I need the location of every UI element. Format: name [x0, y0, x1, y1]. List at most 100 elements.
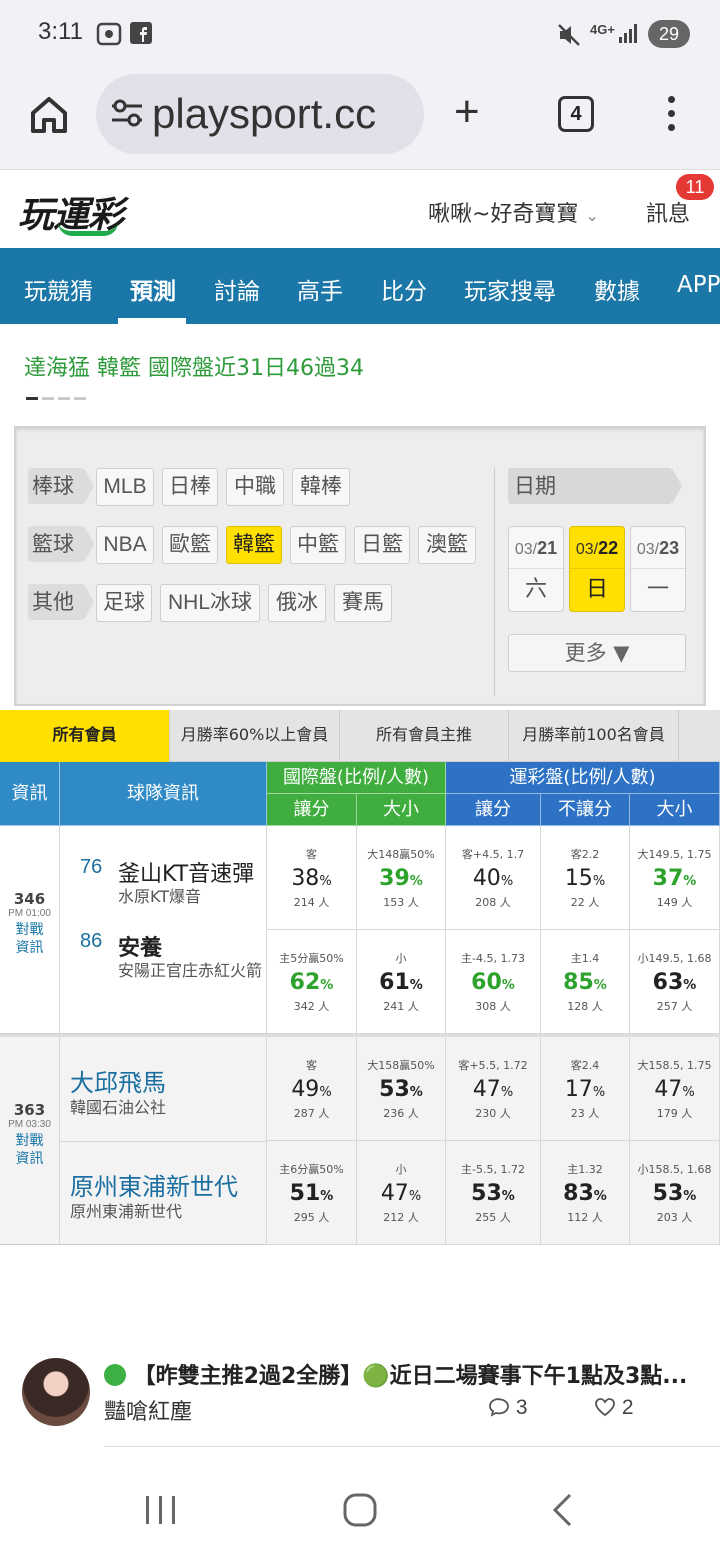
odds-cell-sport-ou[interactable]: 大149.5, 1.75 37% 149 人: [630, 826, 720, 930]
nav-item-guess[interactable]: 玩競猜: [24, 272, 93, 306]
odds-cell-intl-ou[interactable]: 小 47% 212 人: [357, 1141, 446, 1245]
browser-toolbar: playsport.cc + 4: [0, 66, 720, 170]
chip-japan-basketball[interactable]: 日籃: [354, 526, 410, 564]
nav-item-forum[interactable]: 討論: [214, 272, 260, 306]
odds-cell-intl-spread[interactable]: 客 38% 214 人: [267, 826, 357, 930]
odds-percent: 53%: [379, 1077, 423, 1102]
browser-menu-icon[interactable]: [664, 96, 678, 136]
like-count[interactable]: 2: [594, 1396, 634, 1420]
chip-khl[interactable]: 俄冰: [268, 584, 326, 622]
odds-line: 小149.5, 1.68: [637, 952, 712, 965]
tab-winrate-60[interactable]: 月勝率60%以上會員: [170, 710, 340, 762]
prediction-table: 資訊 球隊資訊 國際盤(比例/人數) 運彩盤(比例/人數) 讓分 大小 讓分 不…: [0, 762, 720, 1248]
team-alt-name: 原州東浦新世代: [70, 1202, 183, 1221]
post-title[interactable]: 【昨雙主推2過2全勝】🟢近日二場賽事下午1點及3點...: [104, 1358, 704, 1390]
odds-cell-sport-spread[interactable]: 主-5.5, 1.72 53% 255 人: [446, 1141, 541, 1245]
chip-kbo[interactable]: 韓棒: [292, 468, 350, 506]
site-header: 玩運彩 啾啾~好奇寶寶 ⌄ 訊息: [0, 170, 720, 248]
chip-cpbl[interactable]: 中職: [226, 468, 284, 506]
nav-item-app[interactable]: APP: [677, 272, 720, 298]
odds-line: 主-4.5, 1.73: [461, 952, 525, 965]
odds-percent: 47%: [380, 1181, 422, 1206]
chip-horse-racing[interactable]: 賽馬: [334, 584, 392, 622]
site-settings-icon[interactable]: [110, 98, 144, 128]
odds-line: 客2.2: [570, 848, 600, 861]
home-nav-button[interactable]: [342, 1492, 378, 1532]
odds-cell-sport-ml[interactable]: 客2.2 15% 22 人: [541, 826, 630, 930]
odds-cell-intl-spread[interactable]: 客 49% 287 人: [267, 1037, 357, 1141]
home-circle-icon: [343, 1493, 377, 1527]
new-tab-button[interactable]: +: [454, 90, 480, 134]
facebook-icon: [130, 22, 152, 49]
odds-percent: 53%: [652, 1181, 697, 1206]
odds-people: 153 人: [383, 896, 419, 909]
odds-line: 主1.32: [567, 1163, 603, 1176]
odds-cell-sport-ml[interactable]: 客2.4 17% 23 人: [541, 1037, 630, 1141]
team-info-game-363: 大邱飛馬 韓國石油公社 原州東浦新世代 原州東浦新世代: [60, 1037, 267, 1245]
nav-item-predict[interactable]: 預測: [130, 272, 176, 306]
nav-item-player-search[interactable]: 玩家搜尋: [464, 272, 556, 306]
odds-cell-intl-ou[interactable]: 大148贏50% 39% 153 人: [357, 826, 446, 930]
date-0321[interactable]: 03/21 六: [508, 526, 564, 612]
matchup-info-link[interactable]: 對戰資訊: [12, 1132, 48, 1168]
matchup-info-link[interactable]: 對戰資訊: [12, 921, 48, 957]
tab-all-members[interactable]: 所有會員: [0, 710, 170, 774]
tab-switcher-button[interactable]: 4: [558, 96, 594, 132]
messages-link[interactable]: 訊息: [646, 196, 690, 228]
odds-percent: 47%: [472, 1077, 514, 1102]
url-text[interactable]: playsport.cc: [152, 90, 376, 138]
date-0323[interactable]: 03/23 一: [630, 526, 686, 612]
chip-soccer[interactable]: 足球: [96, 584, 152, 622]
team-name[interactable]: 大邱飛馬: [70, 1063, 166, 1098]
chip-nhl[interactable]: NHL冰球: [160, 584, 260, 622]
nav-item-experts[interactable]: 高手: [297, 272, 343, 306]
messages-badge: 11: [676, 174, 714, 200]
odds-cell-intl-spread[interactable]: 主6分贏50% 51% 295 人: [267, 1141, 357, 1245]
home-button[interactable]: [26, 92, 72, 138]
team-info-game-346: 76 釜山KT音速彈 水原KT爆音 86 安養 安陽正官庄赤紅火箭: [60, 826, 267, 1034]
more-dates-button[interactable]: 更多 ▼: [508, 634, 686, 672]
chip-npb[interactable]: 日棒: [162, 468, 218, 506]
tab-top-100[interactable]: 月勝率前100名會員: [509, 710, 679, 762]
recent-apps-button[interactable]: [144, 1494, 178, 1530]
odds-cell-sport-spread[interactable]: 主-4.5, 1.73 60% 308 人: [446, 930, 541, 1034]
nav-item-data[interactable]: 數據: [594, 272, 640, 306]
back-button[interactable]: [550, 1492, 576, 1532]
odds-people: 22 人: [570, 896, 600, 909]
odds-cell-intl-ou[interactable]: 小 61% 241 人: [357, 930, 446, 1034]
post-author[interactable]: 豔嗆紅塵: [104, 1394, 192, 1426]
chip-nba[interactable]: NBA: [96, 526, 154, 564]
odds-cell-sport-ou[interactable]: 小158.5, 1.68 53% 203 人: [630, 1141, 720, 1245]
comment-count[interactable]: 3: [488, 1396, 528, 1420]
odds-cell-sport-ml[interactable]: 主1.4 85% 128 人: [541, 930, 630, 1034]
odds-cell-sport-spread[interactable]: 客+4.5, 1.7 40% 208 人: [446, 826, 541, 930]
odds-cell-sport-ou[interactable]: 小149.5, 1.68 63% 257 人: [630, 930, 720, 1034]
odds-cell-sport-spread[interactable]: 客+5.5, 1.72 47% 230 人: [446, 1037, 541, 1141]
site-logo[interactable]: 玩運彩: [18, 186, 124, 238]
chip-australia-basketball[interactable]: 澳籃: [418, 526, 476, 564]
forum-post-preview[interactable]: 【昨雙主推2過2全勝】🟢近日二場賽事下午1點及3點... 豔嗆紅塵 3 2: [0, 1340, 720, 1450]
signal-icon: [618, 22, 640, 49]
avatar[interactable]: [22, 1358, 90, 1426]
chip-mlb[interactable]: MLB: [96, 468, 154, 506]
user-menu[interactable]: 啾啾~好奇寶寶 ⌄: [428, 196, 599, 228]
ticker-text[interactable]: 達海猛 韓籃 國際盤近31日46過34: [24, 350, 364, 382]
tab-all-members-main[interactable]: 所有會員主推: [340, 710, 509, 762]
odds-cell-intl-ou[interactable]: 大158贏50% 53% 236 人: [357, 1037, 446, 1141]
odds-line: 客2.4: [570, 1059, 600, 1072]
header-team: 球隊資訊: [60, 762, 267, 826]
date-0322[interactable]: 03/22 日: [569, 526, 625, 612]
odds-people: 149 人: [656, 896, 693, 909]
chip-euro-basketball[interactable]: 歐籃: [162, 526, 218, 564]
address-bar[interactable]: playsport.cc: [96, 74, 424, 154]
mute-icon: [556, 22, 582, 53]
odds-cell-sport-ml[interactable]: 主1.32 83% 112 人: [541, 1141, 630, 1245]
odds-cell-sport-ou[interactable]: 大158.5, 1.75 47% 179 人: [630, 1037, 720, 1141]
odds-cell-intl-spread[interactable]: 主5分贏50% 62% 342 人: [267, 930, 357, 1034]
chip-china-basketball[interactable]: 中籃: [290, 526, 346, 564]
green-circle-icon: [104, 1364, 126, 1386]
chip-korea-basketball[interactable]: 韓籃: [226, 526, 282, 564]
team-name[interactable]: 原州東浦新世代: [70, 1167, 238, 1202]
odds-percent: 49%: [291, 1077, 332, 1102]
nav-item-scores[interactable]: 比分: [381, 272, 427, 306]
